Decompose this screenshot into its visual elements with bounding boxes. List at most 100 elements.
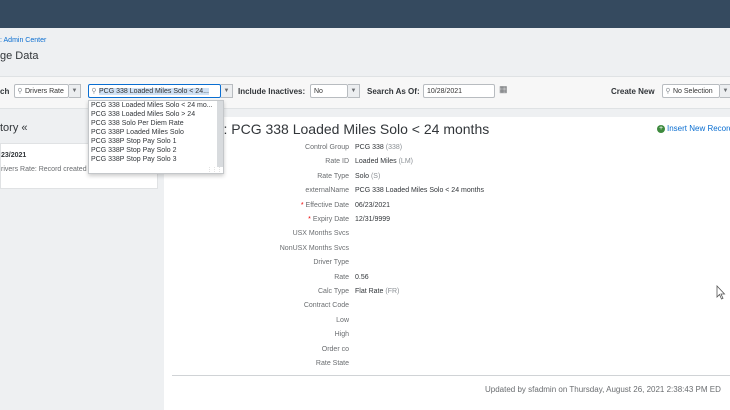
field-label: Contract Code [169,302,349,309]
search-icon: ⚲ [665,88,671,95]
field-value: Flat Rate (FR) [355,288,399,295]
field-row: Order co [170,346,550,356]
field-row: NonUSX Months Svcs [170,245,550,255]
create-new-label: Create New [611,87,655,96]
field-row: * Expiry Date 12/31/9999 [170,216,550,226]
field-label: NonUSX Months Svcs [169,245,349,252]
history-date[interactable]: 23/2021 [1,152,26,159]
record-dropdown-button[interactable]: ▼ [221,84,233,98]
field-value: 0.56 [355,274,369,281]
field-label-text: Driver Type [313,259,349,267]
dropdown-option[interactable]: PCG 338P Stop Pay Solo 1 [89,137,217,146]
field-value-text: PCG 338 [355,144,384,151]
field-row: externalName PCG 338 Loaded Miles Solo < … [170,187,550,197]
field-label-text: Rate ID [325,158,349,166]
include-inactives-dropdown-button[interactable]: ▼ [348,84,360,98]
field-label-text: USX Months Svcs [292,230,349,238]
field-value-code: (338) [385,144,403,151]
create-new-select[interactable]: ⚲ No Selection [662,84,720,98]
create-new-dropdown-button[interactable]: ▼ [720,84,730,98]
add-icon: + [657,124,665,133]
updated-by-text: Updated by sfadmin on Thursday, August 2… [485,385,721,394]
search-as-of-date-input[interactable]: 10/28/2021 [423,84,495,98]
field-value-text: Solo [355,172,370,180]
breadcrumb[interactable]: : Admin Center [0,37,46,44]
record-dropdown-list: PCG 338 Loaded Miles Solo < 24 mo... PCG … [88,100,224,174]
field-value: Loaded Miles (LM) [355,158,413,165]
field-label-text: externalName [305,187,349,195]
field-label: Rate [169,274,349,281]
resize-grip-icon[interactable]: ⋮⋮⋮ [207,167,222,173]
field-value: PCG 338 (338) [355,144,402,151]
field-label: Rate State [169,360,349,367]
field-label-text: Low [336,316,349,324]
field-row: * Effective Date 06/23/2021 [170,202,550,212]
field-label-text: Control Group [305,144,349,151]
field-label: Low [169,317,349,324]
history-panel-title[interactable]: tory « [0,122,28,134]
dropdown-option[interactable]: PCG 338P Stop Pay Solo 3 [89,155,217,164]
field-label: High [169,331,349,338]
dropdown-option[interactable]: PCG 338P Stop Pay Solo 2 [89,146,217,155]
field-row: Rate 0.56 [170,274,550,284]
include-inactives-select[interactable]: No [310,84,348,98]
detail-title: ate: PCG 338 Loaded Miles Solo < 24 mont… [204,121,490,137]
page-title: ge Data [0,50,39,62]
divider [172,375,730,376]
field-value-text: 06/23/2021 [355,201,391,209]
field-label-text: Rate State [315,360,349,367]
field-row: USX Months Svcs [170,230,550,240]
field-label-text: High [334,331,349,339]
field-value-text: 0.56 [355,273,369,281]
field-row: Driver Type [170,259,550,269]
dropdown-option[interactable]: PCG 338P Loaded Miles Solo [89,128,217,137]
field-value-code: (S) [370,172,381,180]
field-value-text: 12/31/9999 [355,216,391,223]
field-value-text: Flat Rate [355,288,384,295]
field-row: Rate State [170,360,550,370]
dropdown-option[interactable]: PCG 338 Solo Per Diem Rate [89,119,217,128]
dropdown-scrollbar[interactable] [217,101,223,167]
search-as-of-label: Search As Of: [367,87,420,96]
field-label: * Effective Date [169,202,349,209]
field-label: * Expiry Date [169,216,349,223]
field-value: Solo (S) [355,173,380,180]
field-label: USX Months Svcs [169,230,349,237]
field-value: PCG 338 Loaded Miles Solo < 24 months [355,187,484,194]
field-row: Contract Code [170,302,550,312]
field-row: Control Group PCG 338 (338) [170,144,550,154]
insert-new-record-button[interactable]: + Insert New Record [657,124,730,133]
calendar-icon[interactable]: ▦ [499,84,508,95]
field-label-text: Order co [321,345,349,353]
field-value-code: (LM) [398,158,413,166]
search-label: ch [0,87,10,96]
object-type-dropdown-button[interactable]: ▼ [69,84,81,98]
mouse-cursor-icon [716,285,726,300]
field-value-text: Loaded Miles [355,158,397,166]
field-label: Order co [169,346,349,353]
field-value-code: (FR) [385,288,400,295]
field-row: Rate Type Solo (S) [170,173,550,183]
field-value: 12/31/9999 [355,216,390,223]
field-label-text: Expiry Date [312,216,349,223]
dropdown-option[interactable]: PCG 338 Loaded Miles Solo > 24 [89,110,217,119]
field-label-text: Calc Type [318,288,349,295]
object-type-input[interactable]: ⚲ Drivers Rate [14,84,69,98]
field-row: Low [170,317,550,327]
field-label-text: Effective Date [305,201,349,209]
record-search-input[interactable]: ⚲ PCG 338 Loaded Miles Solo < 24... [88,84,221,98]
field-label-text: NonUSX Months Svcs [279,244,349,252]
include-inactives-label: Include Inactives: [238,87,306,96]
field-label: Driver Type [169,259,349,266]
dropdown-option[interactable]: PCG 338 Loaded Miles Solo < 24 mo... [89,101,217,110]
field-label-text: Rate [334,273,349,281]
field-row: Rate ID Loaded Miles (LM) [170,158,550,168]
field-label: externalName [169,187,349,194]
field-label-text: Rate Type [317,172,349,180]
field-value-text: PCG 338 Loaded Miles Solo < 24 months [355,187,484,195]
history-note: rivers Rate: Record created [1,166,87,173]
field-row: Calc Type Flat Rate (FR) [170,288,550,298]
field-row: High [170,331,550,341]
search-icon: ⚲ [17,88,23,95]
field-label: Calc Type [169,288,349,295]
